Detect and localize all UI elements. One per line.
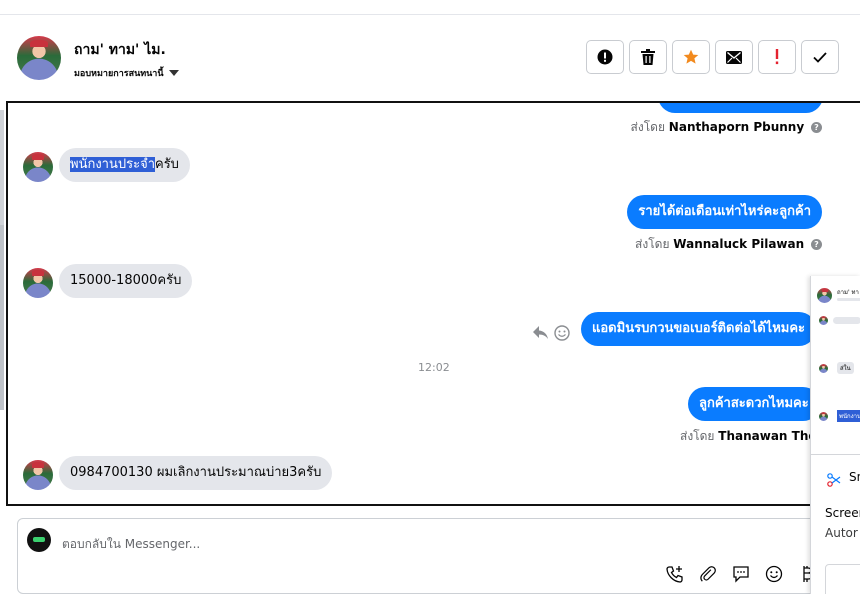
message-timestamp: 12:02 bbox=[418, 361, 450, 374]
overlay-subtitle: Autor bbox=[825, 526, 858, 540]
contact-avatar-small[interactable] bbox=[23, 460, 53, 490]
reply-arrow-icon[interactable] bbox=[533, 325, 549, 344]
sent-by-label: ส่งโดย Thanawan Thon bbox=[680, 429, 826, 443]
star-icon bbox=[683, 49, 699, 64]
envelope-icon bbox=[726, 50, 742, 64]
left-scroll-thumb[interactable] bbox=[0, 225, 4, 410]
check-icon bbox=[813, 51, 827, 63]
contact-avatar-small[interactable] bbox=[23, 268, 53, 298]
caret-down-icon bbox=[168, 70, 179, 76]
message-bubble-outgoing[interactable]: แอดมินรบกวนขอเบอร์ติดต่อได้ไหมคะ bbox=[581, 312, 817, 346]
contact-avatar-small[interactable] bbox=[23, 152, 53, 182]
message-bubble-outgoing-partial[interactable] bbox=[658, 103, 823, 113]
message-bubble-outgoing[interactable]: รายได้ต่อเดือนเท่าไหร่คะลูกค้า bbox=[627, 195, 822, 229]
overlay-app-name: Sn bbox=[849, 470, 860, 484]
thumb-bubble bbox=[833, 317, 860, 324]
assign-conversation-dropdown[interactable]: มอบหมายการสนทนานี้ bbox=[74, 66, 179, 80]
contact-avatar[interactable] bbox=[17, 36, 61, 80]
help-icon[interactable]: ? bbox=[811, 239, 822, 250]
saved-replies-icon[interactable] bbox=[730, 563, 752, 585]
call-icon[interactable] bbox=[664, 563, 686, 585]
message-bubble-incoming[interactable]: พนักงานประจำครับ bbox=[59, 148, 190, 182]
page-avatar bbox=[27, 528, 51, 552]
emoji-react-icon[interactable] bbox=[554, 325, 570, 345]
done-button[interactable] bbox=[801, 40, 839, 74]
reply-input[interactable]: ตอบกลับใน Messenger... bbox=[62, 535, 200, 554]
thumb-avatar bbox=[817, 288, 832, 303]
contact-name[interactable]: ถาม' ทาม' ไม. bbox=[74, 39, 166, 61]
thumb-name: ถาม' ทา bbox=[837, 289, 859, 296]
emoji-icon[interactable] bbox=[763, 563, 785, 585]
sent-by-label: ส่งโดย Wannaluck Pilawan ? bbox=[635, 235, 822, 254]
top-bar bbox=[0, 0, 860, 15]
report-button[interactable] bbox=[586, 40, 624, 74]
delete-button[interactable] bbox=[629, 40, 667, 74]
exclamation-icon bbox=[775, 49, 779, 65]
mark-unread-button[interactable] bbox=[715, 40, 753, 74]
thumb-avatar bbox=[819, 316, 828, 325]
message-bubble-outgoing[interactable]: ลูกค้าสะดวกไหมคะ bbox=[688, 387, 820, 421]
composer-toolbar bbox=[664, 563, 818, 585]
thumb-avatar bbox=[819, 412, 828, 421]
star-button[interactable] bbox=[672, 40, 710, 74]
conversation-actions bbox=[586, 40, 839, 74]
snipping-overlay-panel: ถาม' ทา ส่ใน พนักงาน Sn Screen Autor bbox=[810, 276, 860, 594]
assign-label: มอบหมายการสนทนานี้ bbox=[74, 69, 164, 79]
screenshot-thumbnail[interactable]: ถาม' ทา ส่ใน พนักงาน bbox=[811, 276, 860, 455]
help-icon[interactable]: ? bbox=[811, 122, 822, 133]
overlay-title: Screen bbox=[825, 506, 860, 520]
message-bubble-incoming[interactable]: 0984700130 ผมเลิกงานประมาณบ่าย3ครับ bbox=[59, 456, 333, 490]
overlay-action-card[interactable] bbox=[825, 564, 860, 594]
reply-composer: ตอบกลับใน Messenger... bbox=[17, 518, 847, 594]
sender-name: Wannaluck Pilawan bbox=[673, 237, 805, 251]
sent-by-label: ส่งโดย Nanthaporn Pbunny ? bbox=[631, 118, 822, 137]
thumb-message: พนักงาน bbox=[837, 410, 860, 422]
trash-icon bbox=[641, 49, 655, 65]
alert-circle-icon bbox=[597, 49, 613, 65]
message-thread[interactable]: ส่งโดย Nanthaporn Pbunny ? พนักงานประจำค… bbox=[6, 101, 860, 506]
thumb-line bbox=[837, 298, 860, 301]
attachment-icon[interactable] bbox=[697, 563, 719, 585]
message-bubble-incoming[interactable]: 15000-18000ครับ bbox=[59, 264, 193, 298]
thumb-message: ส่ใน bbox=[837, 362, 854, 374]
conversation-header: ถาม' ทาม' ไม. มอบหมายการสนทนานี้ bbox=[0, 14, 860, 100]
selected-text: พนักงานประจำ bbox=[70, 157, 155, 172]
follow-up-button[interactable] bbox=[758, 40, 796, 74]
sender-name: Nanthaporn Pbunny bbox=[668, 120, 805, 134]
thumb-avatar bbox=[819, 364, 828, 373]
snipping-tool-icon bbox=[827, 472, 841, 491]
